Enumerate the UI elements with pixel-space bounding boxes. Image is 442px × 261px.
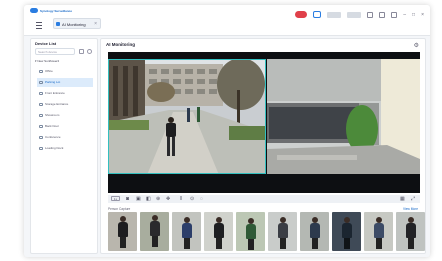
- building-scene-image: [267, 59, 420, 174]
- person-thumbnail[interactable]: [108, 212, 137, 251]
- menu-icon[interactable]: [36, 22, 42, 29]
- camera-icon: [39, 81, 43, 84]
- person-thumbnail[interactable]: [140, 212, 169, 251]
- person-thumbnail[interactable]: [268, 212, 297, 251]
- sidebar-item-label: Front Entrance: [45, 91, 65, 95]
- person-capture-strip: [108, 212, 425, 251]
- fullscreen-icon[interactable]: ⤢: [411, 196, 415, 202]
- playback-controls: 1x ◙ ▣ ◧ ⊕ ✥ ‖ ⊙ ◌ ▦ ⤢: [108, 195, 420, 203]
- options-icon[interactable]: [391, 11, 398, 18]
- sidebar-item-parking-lot[interactable]: Parking Lot: [37, 78, 93, 87]
- person-thumbnail[interactable]: [300, 212, 329, 251]
- minimize-button[interactable]: –: [403, 12, 406, 18]
- title-bar: Synology Surveillance AI Monitoring × – …: [24, 5, 430, 36]
- sidebar-item-back-door[interactable]: Back Door: [37, 122, 93, 131]
- status-widget[interactable]: [327, 11, 342, 18]
- refresh-icon[interactable]: [87, 49, 92, 54]
- person-thumbnail[interactable]: [364, 212, 393, 251]
- view-more-link[interactable]: View More: [403, 207, 418, 211]
- person-thumbnail[interactable]: [236, 212, 265, 251]
- record-indicator-icon[interactable]: [295, 11, 308, 18]
- tab-ai-monitoring[interactable]: AI Monitoring ×: [53, 18, 101, 29]
- app-window: Synology Surveillance AI Monitoring × – …: [24, 5, 430, 257]
- notification-icon[interactable]: [313, 11, 322, 18]
- street-scene-image: [109, 60, 265, 173]
- tab-close-icon[interactable]: ×: [94, 19, 97, 30]
- user-widget[interactable]: [347, 11, 362, 18]
- sidebar-item-label: Back Door: [45, 124, 60, 128]
- sidebar-item-label: Storage Entrance: [45, 102, 69, 106]
- camera-icon: [39, 147, 43, 150]
- logo-mark-icon: [30, 8, 38, 13]
- settings-icon[interactable]: [367, 11, 374, 18]
- app-brand: Synology Surveillance: [40, 8, 73, 13]
- zoom-icon[interactable]: ⊕: [156, 196, 160, 202]
- sidebar-item-label: Conference: [45, 135, 61, 139]
- snapshot-icon[interactable]: ◙: [126, 196, 129, 202]
- sidebar-item-label: Parking Lot: [45, 80, 61, 84]
- layout-icon[interactable]: ▦: [400, 196, 405, 202]
- close-window-button[interactable]: ×: [421, 12, 424, 18]
- live-view-area[interactable]: [108, 52, 420, 193]
- person-thumbnail[interactable]: [332, 212, 361, 251]
- person-thumbnail[interactable]: [172, 212, 201, 251]
- camera-icon: [39, 92, 43, 95]
- monitoring-panel: AI Monitoring ⚙ 1x ◙ ▣ ◧ ⊕ ✥ ‖ ⊙ ◌ ▦ ⤢ P…: [100, 38, 426, 254]
- timeline-icon[interactable]: ⊙: [190, 196, 194, 202]
- toolbar: – □ ×: [295, 11, 424, 18]
- sidebar-item-office[interactable]: Office: [37, 67, 93, 76]
- app-logo: Synology Surveillance: [30, 8, 72, 13]
- sidebar-item-label: Loading Dock: [45, 146, 64, 150]
- sidebar-item-label: Showroom: [45, 113, 60, 117]
- maximize-button[interactable]: □: [412, 12, 415, 18]
- camera-icon: [39, 103, 43, 106]
- person-capture-label: Person Capture: [108, 207, 131, 211]
- ai-monitoring-icon: [56, 22, 60, 26]
- device-search-input[interactable]: Search device: [35, 48, 75, 55]
- person-thumbnail[interactable]: [396, 212, 425, 251]
- camera-feed-left[interactable]: [108, 59, 266, 174]
- sidebar-item-loading-dock[interactable]: Loading Dock: [37, 144, 93, 153]
- camera-icon: [39, 114, 43, 117]
- ptz-icon[interactable]: ✥: [166, 196, 170, 202]
- sidebar-item-storage-entrance[interactable]: Storage Entrance: [37, 100, 93, 109]
- camera-icon: [39, 136, 43, 139]
- device-list-panel: Device List Search device ▾ New Sunflowe…: [30, 38, 98, 254]
- gear-icon[interactable]: ⚙: [414, 42, 419, 49]
- add-device-icon[interactable]: [79, 49, 84, 54]
- camera-icon: [39, 125, 43, 128]
- info-icon[interactable]: ◌: [200, 196, 203, 202]
- sidebar-item-front-entrance[interactable]: Front Entrance: [37, 89, 93, 98]
- speed-selector[interactable]: 1x: [111, 196, 120, 201]
- device-tree-root[interactable]: ▾ New Sunflower2: [35, 59, 59, 63]
- person-thumbnail[interactable]: [204, 212, 233, 251]
- page-title: AI Monitoring: [106, 42, 135, 47]
- camera-icon: [39, 70, 43, 73]
- camera-feed-right[interactable]: [267, 59, 420, 174]
- sidebar-item-conference[interactable]: Conference: [37, 133, 93, 142]
- help-icon[interactable]: [379, 11, 386, 18]
- device-list-title: Device List: [35, 41, 57, 46]
- tab-label: AI Monitoring: [62, 22, 86, 27]
- play-icon[interactable]: ‖: [180, 196, 182, 202]
- audio-icon[interactable]: ◧: [146, 196, 151, 202]
- sidebar-item-showroom[interactable]: Showroom: [37, 111, 93, 120]
- device-tree-root-label: New Sunflower2: [37, 59, 60, 63]
- record-icon[interactable]: ▣: [136, 196, 141, 202]
- sidebar-item-label: Office: [45, 69, 53, 73]
